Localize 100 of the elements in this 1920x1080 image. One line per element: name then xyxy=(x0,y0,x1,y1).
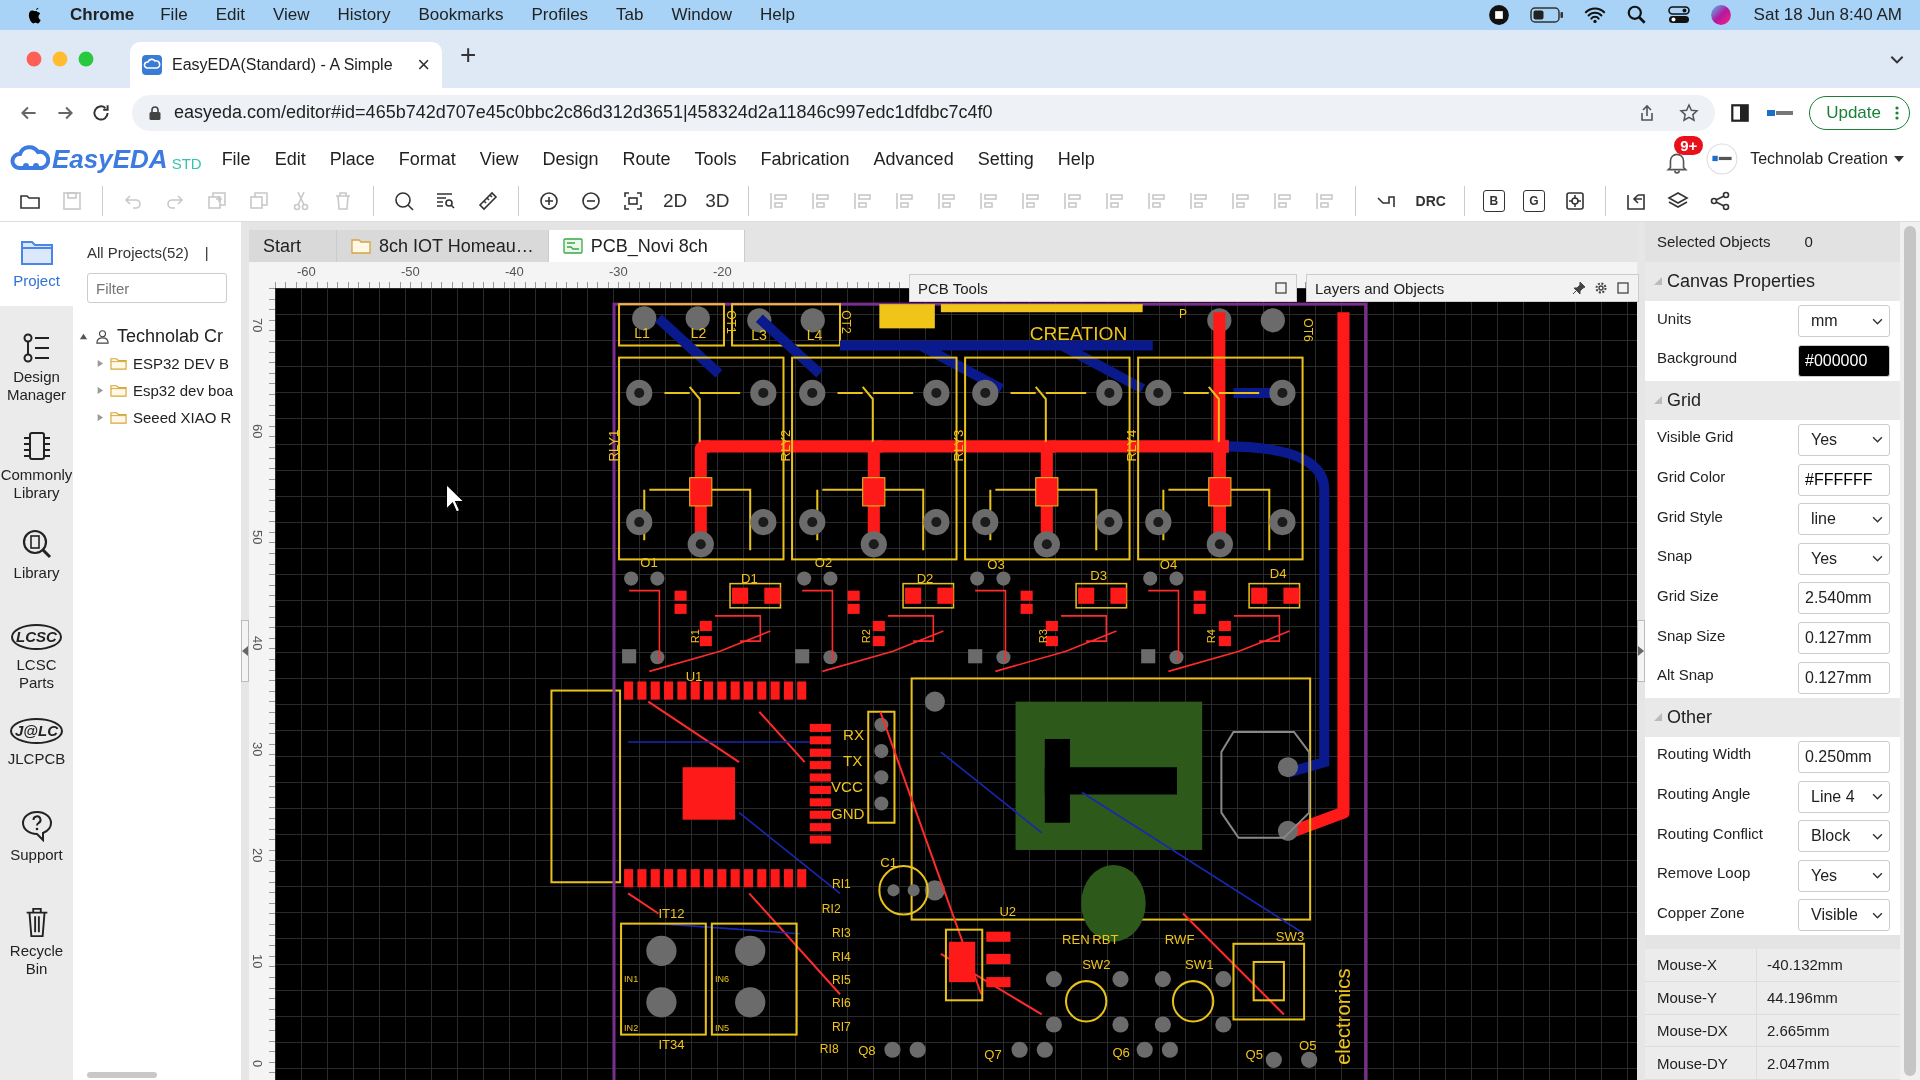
menu-item[interactable]: Window xyxy=(671,5,732,25)
chevron-down-icon[interactable] xyxy=(1872,515,1883,523)
chevron-down-icon[interactable] xyxy=(1872,436,1883,444)
more-icon[interactable] xyxy=(1895,104,1899,121)
sidebar-item[interactable]: Design Manager xyxy=(0,332,73,404)
chevron-down-icon[interactable] xyxy=(1872,793,1883,801)
menu-item[interactable]: Setting xyxy=(977,148,1034,170)
all-projects-tab[interactable]: All Projects(52) xyxy=(87,244,189,261)
collapse-handle[interactable] xyxy=(241,620,249,682)
lock-icon[interactable] xyxy=(148,104,162,121)
menu-item[interactable]: View xyxy=(272,5,310,25)
menu-item[interactable]: View xyxy=(479,148,519,170)
dropdown[interactable]: Block xyxy=(1798,820,1890,853)
input-field[interactable]: 0.127mm xyxy=(1798,622,1890,655)
input-field[interactable]: 0.127mm xyxy=(1798,661,1890,694)
menu-item[interactable]: Edit xyxy=(215,5,245,25)
input-field[interactable]: #000000 xyxy=(1798,344,1890,377)
menu-item[interactable]: Place xyxy=(329,148,375,170)
scrollbar[interactable] xyxy=(87,1072,157,1078)
menu-item[interactable]: Help xyxy=(1057,148,1095,170)
star-icon[interactable] xyxy=(1679,102,1700,123)
sidebar-item[interactable]: Project xyxy=(0,222,73,306)
dropdown[interactable]: Yes xyxy=(1798,542,1890,575)
sidebar-item[interactable]: Library xyxy=(0,528,73,582)
sidebar-item[interactable]: Support xyxy=(0,810,73,864)
floating-panel[interactable]: Layers and Objects xyxy=(1306,274,1639,302)
toolbar-button[interactable]: B xyxy=(1482,190,1505,212)
chevron-down-icon[interactable] xyxy=(1872,832,1883,840)
document-tab[interactable]: 8ch IOT Homeau… xyxy=(337,230,549,262)
document-tab[interactable]: Start xyxy=(249,230,337,262)
toggle-switches-icon[interactable] xyxy=(1667,4,1690,26)
menu-item[interactable]: Tab xyxy=(616,5,644,25)
scrollbar[interactable] xyxy=(1904,226,1916,1076)
tree-item[interactable]: Seeed XIAO R xyxy=(133,409,232,426)
dropdown[interactable]: mm xyxy=(1798,305,1890,338)
maximize-icon[interactable] xyxy=(1616,281,1630,295)
maximize-icon[interactable] xyxy=(1274,281,1288,295)
collapse-handle[interactable] xyxy=(1637,620,1645,682)
filter-field[interactable]: Filter xyxy=(87,273,227,303)
menu-item[interactable]: Profiles xyxy=(531,5,589,25)
browser-tab[interactable]: EasyEDA(Standard) - A Simple × xyxy=(130,42,442,88)
pin-icon[interactable] xyxy=(1572,281,1586,295)
chevron-down-icon[interactable] xyxy=(1872,317,1883,325)
search-icon[interactable] xyxy=(1625,4,1648,26)
dropdown[interactable]: Visible xyxy=(1798,899,1890,932)
new-tab-button[interactable]: + xyxy=(460,39,477,71)
ruler-icon[interactable] xyxy=(476,189,500,213)
toolbar-button[interactable]: G xyxy=(1522,190,1545,212)
section-header[interactable]: Grid xyxy=(1645,380,1900,421)
search-icon[interactable] xyxy=(392,189,416,213)
sidebar-item[interactable]: Commonly Library xyxy=(0,430,73,502)
chevron-down-icon[interactable] xyxy=(1872,911,1883,919)
zoom-in-icon[interactable] xyxy=(537,189,561,213)
clock[interactable]: Sat 18 Jun 8:40 AM xyxy=(1753,5,1902,25)
menu-item[interactable]: Tools xyxy=(694,148,737,170)
update-button[interactable]: Update xyxy=(1809,95,1910,130)
menu-item[interactable]: Fabrication xyxy=(760,148,850,170)
document-tab[interactable]: PCB_Novi 8ch xyxy=(548,230,745,262)
zoom-out-icon[interactable] xyxy=(579,189,603,213)
expand-triangle-icon[interactable] xyxy=(79,332,88,341)
sidebar-icon[interactable] xyxy=(1729,101,1752,124)
menu-item[interactable]: Help xyxy=(760,5,795,25)
user-menu[interactable]: Technolab Creation xyxy=(1750,150,1888,168)
menu-item[interactable]: Advanced xyxy=(873,148,954,170)
caret-icon[interactable] xyxy=(1894,156,1904,162)
wifi-icon[interactable] xyxy=(1583,4,1606,26)
menu-item[interactable]: History xyxy=(337,5,391,25)
battery-icon[interactable] xyxy=(1529,4,1564,26)
fit-view-icon[interactable] xyxy=(621,189,645,213)
tree-item[interactable]: ESP32 DEV B xyxy=(133,355,229,372)
address-field[interactable]: easyeda.com/editor#id=465b742d707e45c0bbc2c86d312d3651|458324d2a11846c997edc1dfdbc7c4f0 xyxy=(132,94,1716,131)
menu-item[interactable]: File xyxy=(221,148,251,170)
floating-panel[interactable]: PCB Tools xyxy=(909,274,1297,302)
menu-item[interactable]: Design xyxy=(542,148,599,170)
chevron-down-icon[interactable] xyxy=(1872,872,1883,880)
tree-item[interactable]: Esp32 dev boa xyxy=(133,382,234,399)
record-stop-icon[interactable] xyxy=(1487,4,1510,26)
sidebar-item[interactable]: LCSC LCSC Parts xyxy=(0,624,73,692)
section-header[interactable]: Other xyxy=(1645,697,1900,738)
sidebar-item[interactable]: Recycle Bin xyxy=(0,906,73,978)
input-field[interactable]: #FFFFFF xyxy=(1798,463,1890,496)
dropdown[interactable]: Yes xyxy=(1798,423,1890,456)
toolbar-button[interactable]: DRC xyxy=(1415,192,1446,210)
menu-item[interactable]: Route xyxy=(622,148,671,170)
menu-item[interactable]: Edit xyxy=(274,148,306,170)
dropdown[interactable]: Yes xyxy=(1798,859,1890,892)
section-header[interactable]: Canvas Properties xyxy=(1645,261,1900,302)
input-field[interactable]: 0.250mm xyxy=(1798,740,1890,773)
tree-item[interactable]: Technolab Cr xyxy=(117,326,224,347)
chevron-down-icon[interactable] xyxy=(1872,555,1883,563)
sidebar-item[interactable]: J@LC JLCPCB xyxy=(0,718,73,768)
dropdown[interactable]: Line 4 xyxy=(1798,780,1890,813)
siri-orb-icon[interactable] xyxy=(1709,4,1732,26)
close-tab-button[interactable]: × xyxy=(417,52,430,78)
dropdown[interactable]: line xyxy=(1798,503,1890,536)
input-field[interactable]: 2.540mm xyxy=(1798,582,1890,615)
menu-item[interactable]: Format xyxy=(398,148,456,170)
menu-item[interactable]: File xyxy=(160,5,188,25)
app-menu[interactable]: Chrome xyxy=(70,5,135,25)
avatar-icon[interactable] xyxy=(1706,143,1739,175)
